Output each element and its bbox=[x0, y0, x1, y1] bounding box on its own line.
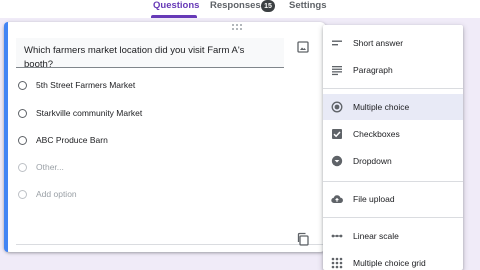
duplicate-icon[interactable] bbox=[296, 232, 310, 246]
menu-item-label: Short answer bbox=[353, 38, 404, 48]
menu-item-multiple-choice-grid[interactable]: Multiple choice grid bbox=[323, 250, 463, 270]
menu-item-linear-scale[interactable]: Linear scale bbox=[323, 223, 463, 249]
menu-item-label: Linear scale bbox=[353, 231, 399, 241]
radio-icon bbox=[18, 189, 27, 199]
question-card[interactable]: Which farmers market location did you vi… bbox=[4, 22, 326, 252]
other-option-row: Other... bbox=[18, 160, 64, 174]
radio-icon bbox=[18, 80, 27, 90]
option-label[interactable]: Starkville community Market bbox=[36, 108, 142, 118]
add-option-row: Add option bbox=[18, 187, 77, 201]
menu-item-label: Checkboxes bbox=[353, 129, 400, 139]
menu-item-short-answer[interactable]: Short answer bbox=[323, 30, 463, 56]
menu-item-label: Paragraph bbox=[353, 65, 393, 75]
tab-responses[interactable]: Responses bbox=[210, 0, 261, 11]
menu-item-label: Multiple choice bbox=[353, 102, 410, 112]
menu-item-multiple-choice[interactable]: Multiple choice bbox=[323, 94, 463, 120]
card-footer-divider bbox=[16, 244, 326, 245]
grid-icon bbox=[331, 257, 343, 269]
checkbox-icon bbox=[332, 129, 342, 139]
dropdown-icon bbox=[331, 155, 343, 167]
question-type-menu: Short answer Paragraph Multiple choice C… bbox=[323, 25, 463, 270]
question-title-field[interactable]: Which farmers market location did you vi… bbox=[16, 38, 284, 68]
radio-icon bbox=[18, 108, 27, 118]
menu-item-file-upload[interactable]: File upload bbox=[323, 186, 463, 212]
question-title[interactable]: Which farmers market location did you vi… bbox=[24, 44, 274, 67]
option-row: ABC Produce Barn bbox=[18, 133, 108, 147]
radio-icon bbox=[18, 135, 27, 145]
cloud-upload-icon bbox=[331, 195, 343, 204]
menu-item-label: Multiple choice grid bbox=[353, 258, 426, 268]
responses-count-badge: 15 bbox=[261, 0, 275, 12]
paragraph-icon bbox=[332, 66, 342, 76]
menu-item-checkboxes[interactable]: Checkboxes bbox=[323, 121, 463, 147]
radio-icon bbox=[18, 162, 27, 172]
menu-separator bbox=[323, 181, 463, 182]
option-row: Starkville community Market bbox=[18, 106, 142, 120]
menu-item-label: File upload bbox=[353, 194, 395, 204]
drag-handle-icon[interactable] bbox=[232, 23, 244, 31]
radio-button-icon bbox=[331, 101, 343, 113]
menu-separator bbox=[323, 88, 463, 89]
option-label[interactable]: 5th Street Farmers Market bbox=[36, 80, 135, 90]
active-card-indicator bbox=[4, 22, 8, 252]
tab-questions[interactable]: Questions bbox=[153, 0, 199, 11]
linear-scale-icon bbox=[331, 234, 343, 238]
menu-item-paragraph[interactable]: Paragraph bbox=[323, 57, 463, 83]
menu-item-dropdown[interactable]: Dropdown bbox=[323, 148, 463, 174]
option-row: 5th Street Farmers Market bbox=[18, 78, 135, 92]
menu-separator bbox=[323, 217, 463, 218]
menu-item-label: Dropdown bbox=[353, 156, 392, 166]
other-option-label[interactable]: Other... bbox=[36, 162, 64, 172]
tab-bar: Questions Responses 15 Settings bbox=[0, 0, 480, 18]
short-answer-icon bbox=[332, 40, 342, 46]
tab-settings[interactable]: Settings bbox=[289, 0, 326, 11]
add-option-button[interactable]: Add option bbox=[36, 189, 77, 199]
add-image-icon[interactable] bbox=[297, 41, 309, 53]
option-label[interactable]: ABC Produce Barn bbox=[36, 135, 108, 145]
